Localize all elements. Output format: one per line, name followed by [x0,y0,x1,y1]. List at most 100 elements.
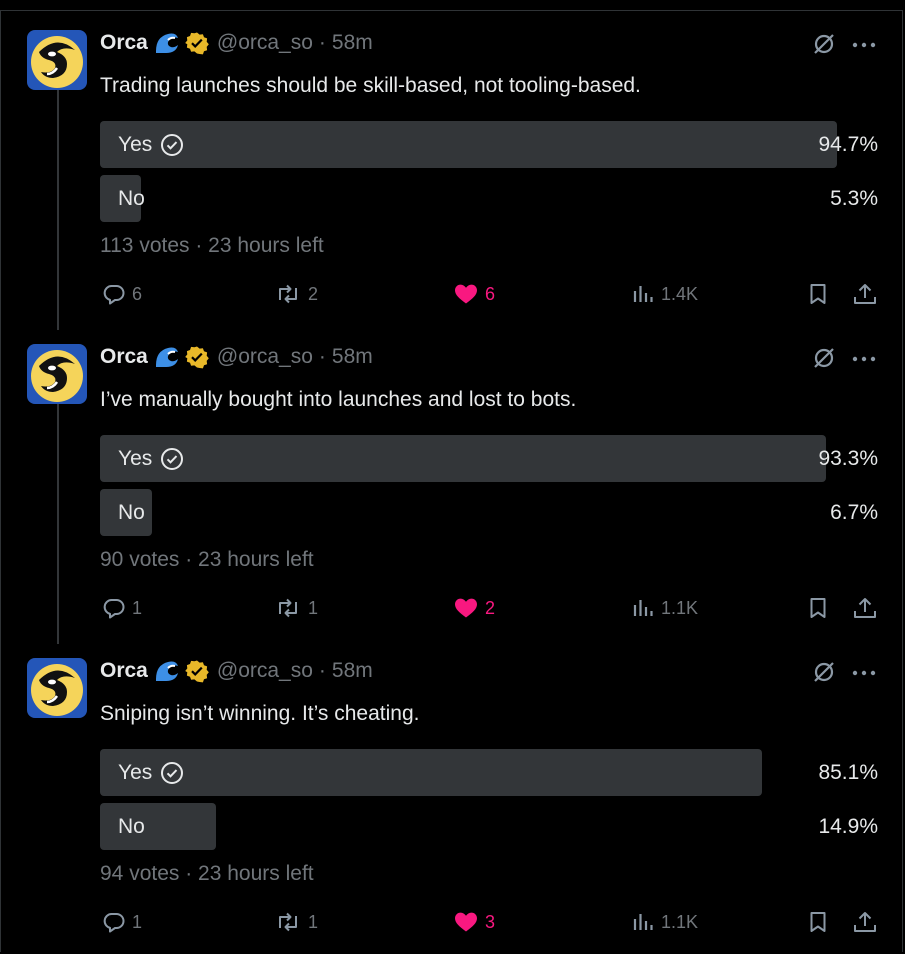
grok-icon[interactable] [812,346,836,370]
bookmark-button[interactable] [806,280,830,308]
views-button[interactable]: 1.1K [631,594,698,622]
bookmark-button[interactable] [806,594,830,622]
views-count: 1.1K [661,597,699,618]
poll-option-percent: 93.3% [818,447,878,470]
tweet[interactable]: Orca @orca_so · 58m [0,326,905,640]
reply-count: 6 [132,283,143,304]
more-icon[interactable] [852,356,876,362]
meta-separator: · [318,345,326,368]
views-icon [631,596,655,620]
repost-button[interactable]: 1 [274,594,318,622]
repost-icon [274,910,302,934]
views-button[interactable]: 1.1K [631,908,698,936]
reply-icon [102,282,126,306]
tweet-time[interactable]: 58m [332,345,373,369]
repost-count: 1 [308,597,319,618]
reply-icon [102,910,126,934]
meta-separator: · [318,31,326,54]
views-button[interactable]: 1.4K [631,280,698,308]
views-icon [631,282,655,306]
author-name[interactable]: Orca [100,659,148,683]
poll-option[interactable]: No 14.9% [100,803,878,850]
poll-option-label: Yes [118,749,184,796]
poll-result-bar [100,435,826,482]
poll-option-percent: 94.7% [818,133,878,156]
poll-result-bar [100,749,762,796]
author-name[interactable]: Orca [100,345,148,369]
check-circle-icon [160,447,184,471]
like-icon [453,282,479,306]
orca-avatar-icon[interactable] [27,30,87,90]
poll-option-label: No [118,815,145,838]
reply-button[interactable]: 1 [102,908,142,936]
reply-count: 1 [132,597,143,618]
wave-emoji-icon [154,345,180,369]
reply-button[interactable]: 1 [102,594,142,622]
poll-option[interactable]: No 5.3% [100,175,878,222]
grok-icon[interactable] [812,660,836,684]
tweet-time[interactable]: 58m [332,31,373,55]
bookmark-icon [806,910,830,934]
poll-option-percent: 5.3% [830,187,878,210]
poll-meta: 90 votes · 23 hours left [100,548,314,571]
orca-avatar-icon[interactable] [27,658,87,718]
repost-icon [274,282,302,306]
like-icon [453,596,479,620]
share-button[interactable] [852,280,878,308]
author-handle[interactable]: @orca_so [217,345,313,369]
poll-option[interactable]: Yes 94.7% [100,121,878,168]
tweet-time[interactable]: 58m [332,659,373,683]
repost-button[interactable]: 1 [274,908,318,936]
share-icon [852,282,878,306]
poll-option-label: Yes [118,435,184,482]
views-count: 1.1K [661,911,699,932]
grok-icon[interactable] [812,32,836,56]
meta-separator: · [318,659,326,682]
like-button[interactable]: 3 [453,908,495,936]
verified-badge-icon[interactable] [185,345,209,369]
tweet[interactable]: Orca @orca_so · 58m [0,640,905,954]
more-icon[interactable] [852,42,876,48]
wave-emoji-icon [154,31,180,55]
tweet-text: Trading launches should be skill-based, … [100,74,641,97]
reply-button[interactable]: 6 [102,280,142,308]
tweet-header: Orca @orca_so · 58m [100,342,373,372]
views-count: 1.4K [661,283,699,304]
repost-count: 1 [308,911,319,932]
author-handle[interactable]: @orca_so [217,31,313,55]
more-icon[interactable] [852,670,876,676]
tweet-header: Orca @orca_so · 58m [100,28,373,58]
share-button[interactable] [852,908,878,936]
like-count: 3 [485,911,496,932]
like-button[interactable]: 2 [453,594,495,622]
tweet-text: Sniping isn’t winning. It’s cheating. [100,702,420,725]
like-count: 6 [485,283,496,304]
views-icon [631,910,655,934]
author-handle[interactable]: @orca_so [217,659,313,683]
orca-avatar-icon[interactable] [27,344,87,404]
share-button[interactable] [852,594,878,622]
share-icon [852,910,878,934]
poll-option-label: No [118,501,145,524]
verified-badge-icon[interactable] [185,31,209,55]
reply-count: 1 [132,911,143,932]
like-icon [453,910,479,934]
poll-option-label: No [118,187,145,210]
author-name[interactable]: Orca [100,31,148,55]
poll-meta: 113 votes · 23 hours left [100,234,324,257]
verified-badge-icon[interactable] [185,659,209,683]
poll-meta: 94 votes · 23 hours left [100,862,314,885]
poll-option[interactable]: Yes 93.3% [100,435,878,482]
like-button[interactable]: 6 [453,280,495,308]
bookmark-icon [806,596,830,620]
poll-option[interactable]: Yes 85.1% [100,749,878,796]
repost-button[interactable]: 2 [274,280,318,308]
bookmark-button[interactable] [806,908,830,936]
reply-icon [102,596,126,620]
poll-option-percent: 6.7% [830,501,878,524]
tweet-header: Orca @orca_so · 58m [100,656,373,686]
poll-option[interactable]: No 6.7% [100,489,878,536]
tweet[interactable]: Orca @orca_so · 58m [0,12,905,326]
poll-option-label: Yes [118,121,184,168]
like-count: 2 [485,597,496,618]
